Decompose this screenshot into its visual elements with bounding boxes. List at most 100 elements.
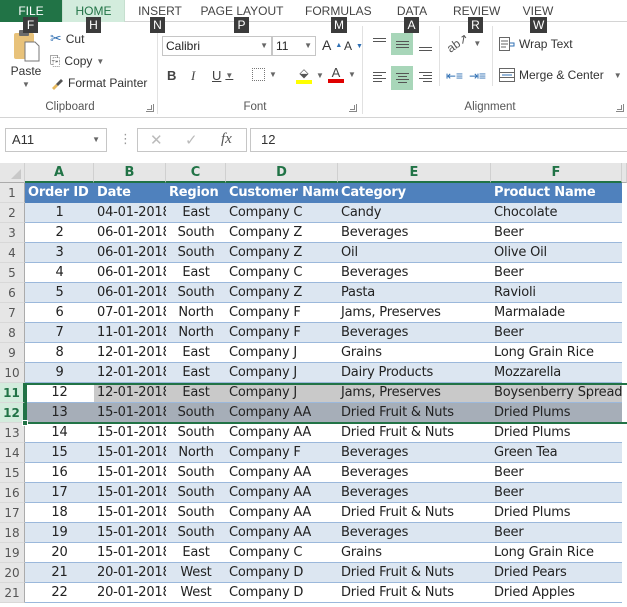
cell-f9[interactable]: Long Grain Rice [491, 343, 622, 363]
column-title-cell[interactable]: Product Name [491, 183, 622, 203]
wrap-text-button[interactable]: Wrap Text [499, 37, 573, 51]
align-right-button[interactable] [414, 66, 436, 88]
enter-icon[interactable]: ✓ [185, 131, 198, 149]
cell-b19[interactable]: 15-01-2018 [94, 543, 166, 563]
cell-c10[interactable]: East [166, 363, 226, 383]
merge-center-button[interactable]: Merge & Center ▼ [499, 68, 622, 82]
cell-e14[interactable]: Beverages [338, 443, 491, 463]
column-title-cell[interactable]: Category [338, 183, 491, 203]
cell-f4[interactable]: Olive Oil [491, 243, 622, 263]
cell-c2[interactable]: East [166, 203, 226, 223]
cell-d4[interactable]: Company Z [226, 243, 338, 263]
row-header-18[interactable]: 18 [0, 523, 25, 543]
cell-a16[interactable]: 17 [25, 483, 94, 503]
cell-e5[interactable]: Beverages [338, 263, 491, 283]
row-header-9[interactable]: 9 [0, 343, 25, 363]
cell-d5[interactable]: Company C [226, 263, 338, 283]
cell-d3[interactable]: Company Z [226, 223, 338, 243]
cell-e2[interactable]: Candy [338, 203, 491, 223]
cell-c19[interactable]: East [166, 543, 226, 563]
cell-b17[interactable]: 15-01-2018 [94, 503, 166, 523]
italic-button[interactable]: I [191, 68, 195, 84]
cell-f3[interactable]: Beer [491, 223, 622, 243]
cell-d12[interactable]: Company AA [226, 403, 338, 423]
cell-e16[interactable]: Beverages [338, 483, 491, 503]
cell-d17[interactable]: Company AA [226, 503, 338, 523]
cell-b4[interactable]: 06-01-2018 [94, 243, 166, 263]
column-title-cell[interactable]: Date [94, 183, 166, 203]
column-title-cell[interactable]: Customer Name [226, 183, 338, 203]
font-size-select[interactable]: 11 ▼ [272, 36, 316, 56]
cell-b21[interactable]: 20-01-2018 [94, 583, 166, 603]
cell-f14[interactable]: Green Tea [491, 443, 622, 463]
row-header-10[interactable]: 10 [0, 363, 25, 383]
row-header-15[interactable]: 15 [0, 463, 25, 483]
paste-button[interactable]: Paste ▼ [8, 28, 44, 89]
cell-e20[interactable]: Dried Fruit & Nuts [338, 563, 491, 583]
cell-d11[interactable]: Company J [226, 383, 338, 403]
row-header-19[interactable]: 19 [0, 543, 25, 563]
column-header-b[interactable]: B [94, 163, 166, 183]
cell-c7[interactable]: North [166, 303, 226, 323]
cell-e4[interactable]: Oil [338, 243, 491, 263]
cell-b10[interactable]: 12-01-2018 [94, 363, 166, 383]
cell-c13[interactable]: South [166, 423, 226, 443]
column-header-d[interactable]: D [226, 163, 338, 183]
bottom-align-button[interactable] [414, 34, 436, 56]
cell-e13[interactable]: Dried Fruit & Nuts [338, 423, 491, 443]
cell-a10[interactable]: 9 [25, 363, 94, 383]
bold-button[interactable]: B [167, 68, 176, 83]
cell-a13[interactable]: 14 [25, 423, 94, 443]
cell-d10[interactable]: Company J [226, 363, 338, 383]
row-header-20[interactable]: 20 [0, 563, 25, 583]
cell-a9[interactable]: 8 [25, 343, 94, 363]
align-center-button[interactable] [391, 66, 413, 90]
select-all-button[interactable] [0, 163, 25, 183]
cell-e10[interactable]: Dairy Products [338, 363, 491, 383]
column-title-cell[interactable]: Order ID [25, 183, 94, 203]
cell-f2[interactable]: Chocolate [491, 203, 622, 223]
cell-c12[interactable]: South [166, 403, 226, 423]
cell-c18[interactable]: South [166, 523, 226, 543]
cell-f5[interactable]: Beer [491, 263, 622, 283]
cell-a17[interactable]: 18 [25, 503, 94, 523]
top-align-button[interactable] [368, 32, 390, 54]
cell-b20[interactable]: 20-01-2018 [94, 563, 166, 583]
clipboard-launcher-icon[interactable] [146, 104, 154, 112]
cell-b2[interactable]: 04-01-2018 [94, 203, 166, 223]
shrink-font-button[interactable]: A ▼ [344, 39, 363, 53]
cell-a6[interactable]: 5 [25, 283, 94, 303]
font-launcher-icon[interactable] [349, 104, 357, 112]
cell-e12[interactable]: Dried Fruit & Nuts [338, 403, 491, 423]
cell-c16[interactable]: South [166, 483, 226, 503]
column-header-c[interactable]: C [166, 163, 226, 183]
cancel-icon[interactable]: ✕ [150, 131, 163, 149]
cell-f8[interactable]: Beer [491, 323, 622, 343]
cell-b11[interactable]: 12-01-2018 [94, 383, 166, 403]
cell-e19[interactable]: Grains [338, 543, 491, 563]
cell-e17[interactable]: Dried Fruit & Nuts [338, 503, 491, 523]
cell-c17[interactable]: South [166, 503, 226, 523]
cell-f6[interactable]: Ravioli [491, 283, 622, 303]
font-color-button[interactable]: A ▼ [328, 66, 356, 83]
cell-b6[interactable]: 06-01-2018 [94, 283, 166, 303]
cut-button[interactable]: ✂ Cut [50, 30, 84, 47]
row-header-17[interactable]: 17 [0, 503, 25, 523]
cell-a15[interactable]: 16 [25, 463, 94, 483]
row-header-6[interactable]: 6 [0, 283, 25, 303]
cell-e18[interactable]: Beverages [338, 523, 491, 543]
cell-d18[interactable]: Company AA [226, 523, 338, 543]
column-header-a[interactable]: A [25, 163, 94, 183]
cell-b5[interactable]: 06-01-2018 [94, 263, 166, 283]
font-name-select[interactable]: Calibri ▼ [162, 36, 272, 56]
row-header-8[interactable]: 8 [0, 323, 25, 343]
row-header-7[interactable]: 7 [0, 303, 25, 323]
formula-bar-grip-icon[interactable]: ⋮ [119, 131, 132, 147]
cell-e9[interactable]: Grains [338, 343, 491, 363]
cell-d2[interactable]: Company C [226, 203, 338, 223]
underline-button[interactable]: U ▼ [212, 68, 233, 83]
cell-a4[interactable]: 3 [25, 243, 94, 263]
column-header-g[interactable] [622, 163, 627, 183]
cell-a14[interactable]: 15 [25, 443, 94, 463]
row-header-14[interactable]: 14 [0, 443, 25, 463]
